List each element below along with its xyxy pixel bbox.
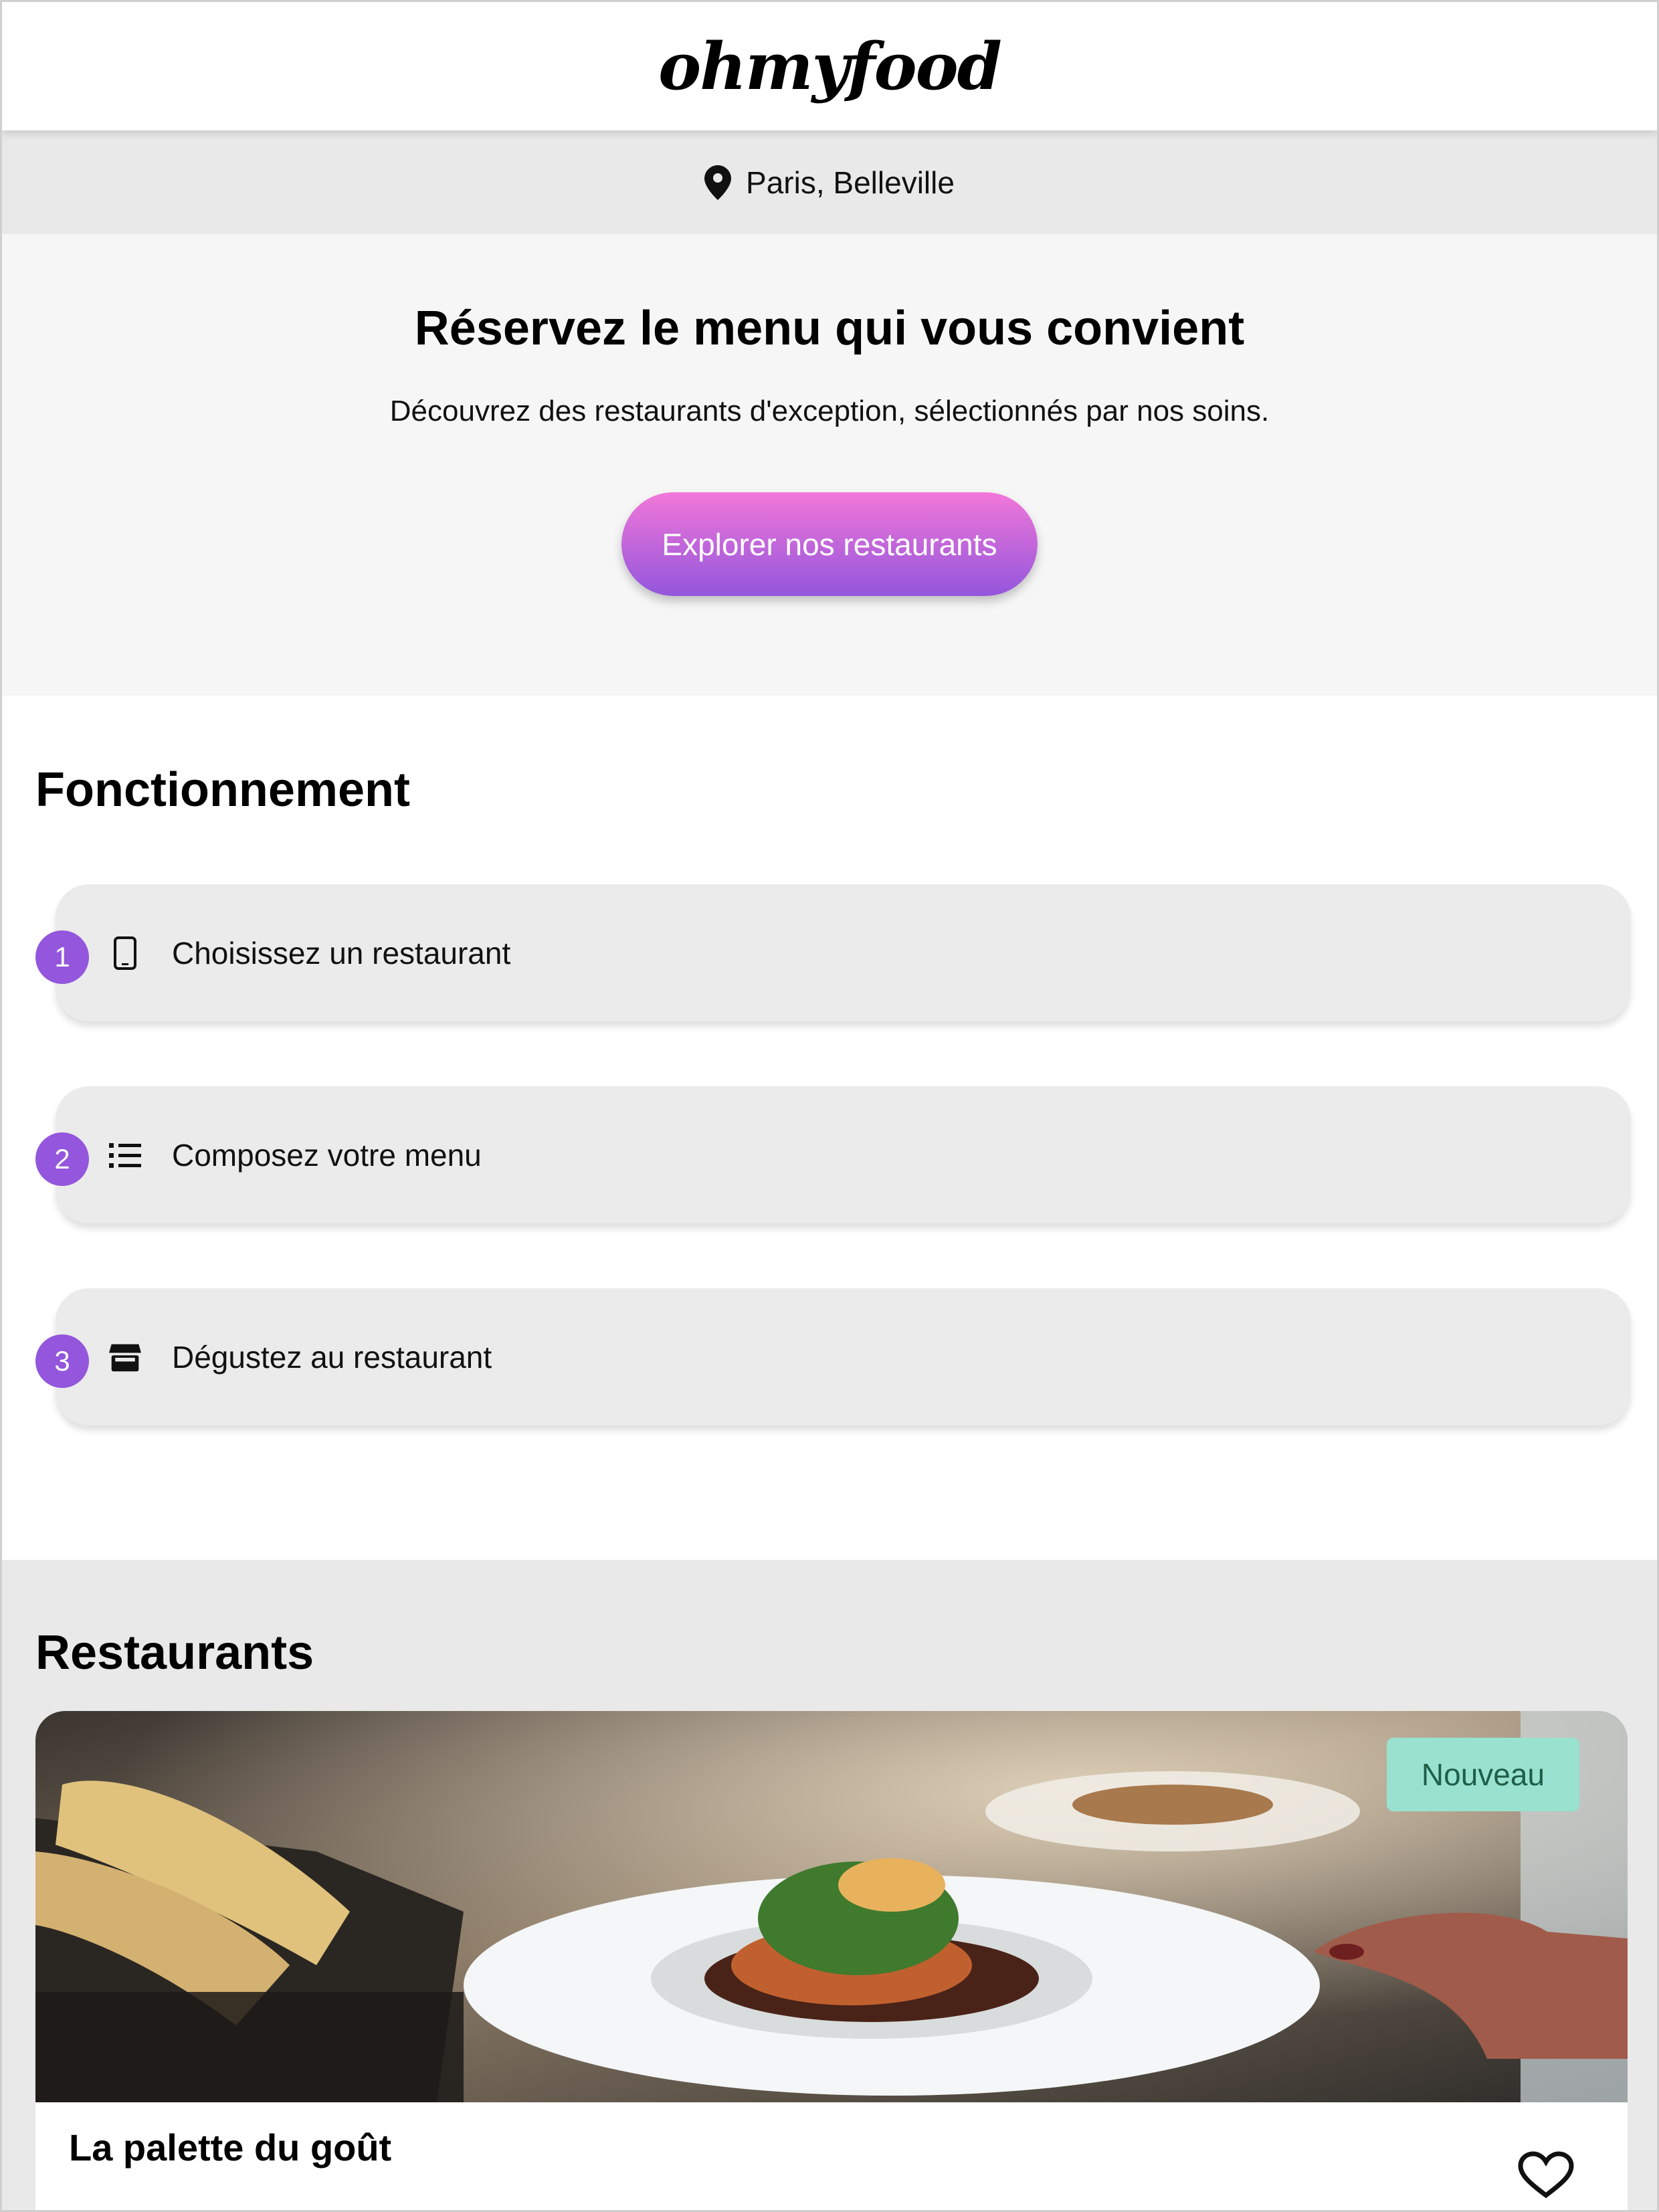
step-item-1: 1 Choisissez un restaurant xyxy=(35,884,1631,1021)
hero-section: Réservez le menu qui vous convient Décou… xyxy=(2,234,1657,696)
hero-title: Réservez le menu qui vous convient xyxy=(414,302,1245,355)
step-number-badge: 3 xyxy=(35,1334,89,1388)
step-item-3: 3 Dégustez au restaurant xyxy=(35,1288,1631,1425)
how-it-works-section: Fonctionnement 1 Choisissez un restauran… xyxy=(2,696,1657,1560)
hero-subtitle: Découvrez des restaurants d'exception, s… xyxy=(389,395,1270,427)
location-label: Paris, Belleville xyxy=(746,165,955,200)
location-bar: Paris, Belleville xyxy=(2,130,1657,234)
new-badge: Nouveau xyxy=(1387,1738,1579,1811)
step-number-badge: 1 xyxy=(35,930,89,984)
explore-restaurants-button[interactable]: Explorer nos restaurants xyxy=(621,492,1038,596)
steps-list: 1 Choisissez un restaurant 2 Composez vo… xyxy=(35,884,1657,1425)
map-pin-icon xyxy=(704,165,732,200)
step-item-2: 2 Composez votre menu xyxy=(35,1086,1631,1223)
restaurant-name: La palette du goût xyxy=(69,2126,392,2169)
smartphone-icon xyxy=(109,935,141,971)
step-label: Composez votre menu xyxy=(172,1137,482,1173)
store-icon xyxy=(109,1339,141,1375)
restaurant-card[interactable]: Nouveau La palette du goût xyxy=(35,1711,1628,2210)
page: ohmyfood Paris, Belleville Réservez le m… xyxy=(0,0,1659,2212)
step-number-badge: 2 xyxy=(35,1132,89,1186)
step-label: Dégustez au restaurant xyxy=(172,1339,492,1375)
site-logo[interactable]: ohmyfood xyxy=(658,29,1002,104)
heart-icon[interactable] xyxy=(1518,2151,1574,2199)
restaurants-section: Restaurants Nouveau La palette du goût xyxy=(2,1560,1657,2210)
restaurants-title: Restaurants xyxy=(35,1626,314,1680)
how-it-works-title: Fonctionnement xyxy=(35,763,410,817)
list-icon xyxy=(109,1137,141,1173)
site-header: ohmyfood xyxy=(2,2,1657,130)
step-label: Choisissez un restaurant xyxy=(172,935,511,971)
